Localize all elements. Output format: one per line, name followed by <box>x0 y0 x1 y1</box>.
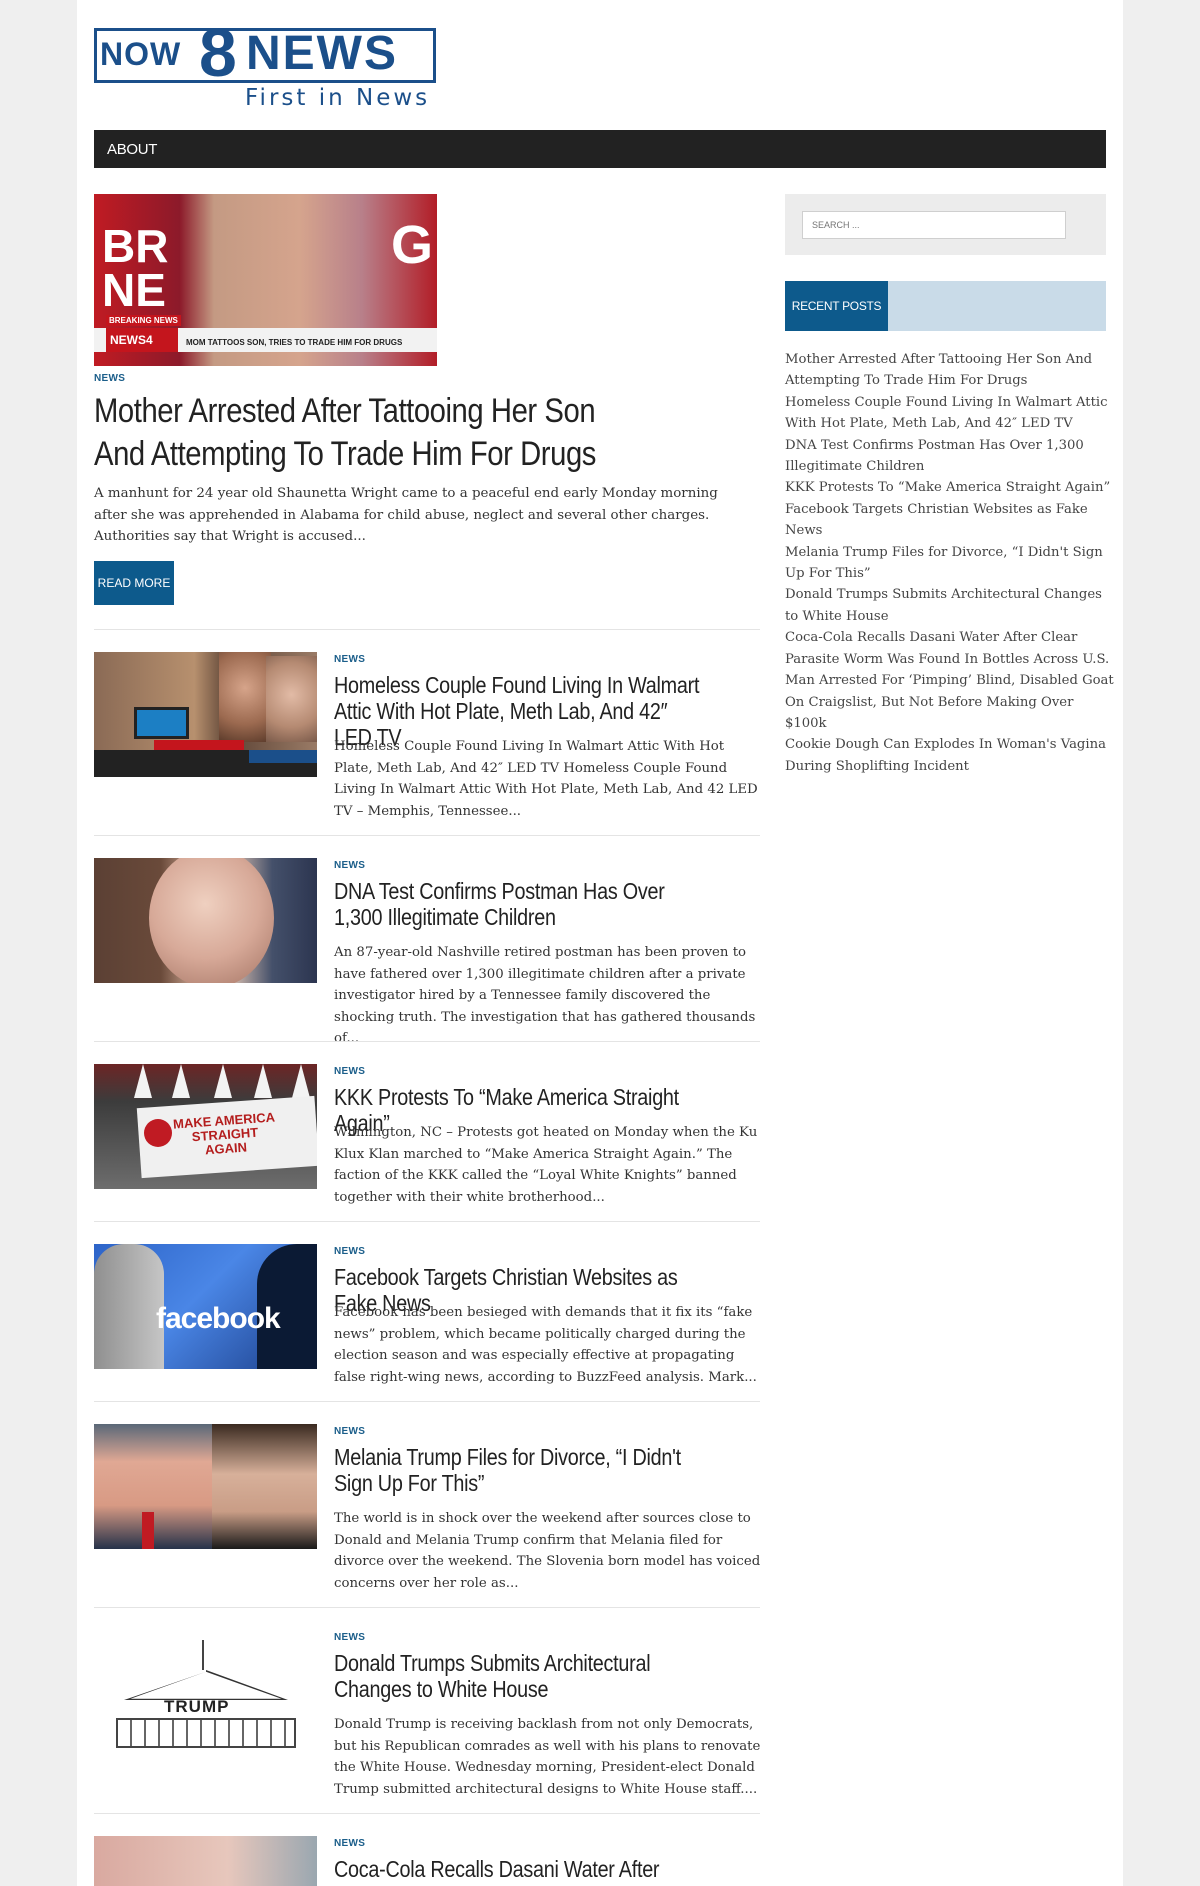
logo-now: NOW <box>100 36 182 72</box>
statue-shape <box>94 1244 164 1369</box>
featured-image-caption: MOM TATTOOS SON, TRIES TO TRADE HIM FOR … <box>186 338 403 347</box>
article-thumbnail[interactable] <box>94 858 317 983</box>
tie-shape <box>142 1512 154 1549</box>
flagpole-shape <box>202 1640 204 1670</box>
featured-excerpt: A manhunt for 24 year old Shaunetta Wrig… <box>94 486 718 544</box>
featured-image-station: NEWS4 <box>110 333 153 347</box>
station-logo-block <box>249 750 317 763</box>
building-sign-text: TRUMP <box>164 1697 230 1716</box>
article-category[interactable]: NEWS <box>334 1632 365 1643</box>
logo-news: NEWS <box>246 27 398 80</box>
recent-post-link[interactable]: Homeless Couple Found Living In Walmart … <box>785 392 1115 435</box>
featured-category[interactable]: NEWS <box>94 373 125 384</box>
article-item: facebook NEWS Facebook Targets Christian… <box>94 1221 760 1401</box>
article-excerpt: Facebook has been besieged with demands … <box>334 1305 757 1385</box>
article-title[interactable]: Coca-Cola Recalls Dasani Water After Cle… <box>334 1856 704 1886</box>
search-widget <box>785 194 1106 255</box>
recent-posts-header: RECENT POSTS <box>785 281 1106 331</box>
site-logo[interactable]: NOW 8 NEWS First in News <box>94 18 436 112</box>
roof-shape <box>124 1670 288 1700</box>
main-nav: ABOUT <box>94 130 1106 168</box>
article-category[interactable]: NEWS <box>334 654 365 665</box>
recent-post-link[interactable]: Cookie Dough Can Explodes In Woman's Vag… <box>785 734 1115 777</box>
article-thumbnail[interactable]: facebook <box>94 1244 317 1369</box>
article-category[interactable]: NEWS <box>334 1426 365 1437</box>
facebook-wordmark: facebook <box>156 1302 281 1335</box>
logo-eight: 8 <box>199 15 237 91</box>
recent-post-link[interactable]: Man Arrested For ‘Pimping’ Blind, Disabl… <box>785 670 1115 734</box>
recent-post-link[interactable]: Donald Trumps Submits Architectural Chan… <box>785 584 1115 627</box>
article-category[interactable]: NEWS <box>334 1838 365 1849</box>
article-item: TRUMP NEWS Donald Trumps Submits Archite… <box>94 1607 760 1813</box>
article-title[interactable]: DNA Test Confirms Postman Has Over 1,300… <box>334 878 704 930</box>
featured-image[interactable]: BR NE G BREAKING NEWS MOM TATTOOS SON, T… <box>94 194 437 366</box>
article-excerpt: Wilmington, NC – Protests got heated on … <box>334 1125 758 1205</box>
read-more-button[interactable]: READ MORE <box>94 561 174 605</box>
article-thumbnail[interactable] <box>94 1836 317 1886</box>
portrait-shape <box>149 858 274 983</box>
article-excerpt: The world is in shock over the weekend a… <box>334 1511 761 1591</box>
portrait-shape <box>212 1424 317 1549</box>
protest-banner-text: MAKE AMERICA STRAIGHT AGAIN <box>172 1109 276 1158</box>
article-item: MAKE AMERICA STRAIGHT AGAIN NEWS KKK Pro… <box>94 1041 760 1221</box>
article-title[interactable]: Melania Trump Files for Divorce, “I Didn… <box>334 1444 704 1496</box>
article-thumbnail[interactable] <box>94 1424 317 1549</box>
logo-tagline: First in News <box>245 85 431 111</box>
article-excerpt: Homeless Couple Found Living In Walmart … <box>334 739 758 819</box>
hood-shape <box>134 1064 152 1098</box>
article-category[interactable]: NEWS <box>334 860 365 871</box>
article-category[interactable]: NEWS <box>334 1246 365 1257</box>
recent-post-link[interactable]: Mother Arrested After Tattooing Her Son … <box>785 349 1115 392</box>
article-category[interactable]: NEWS <box>334 1066 365 1077</box>
article-excerpt: An 87-year-old Nashville retired postman… <box>334 945 756 1046</box>
featured-image-breaking-label: BREAKING NEWS <box>106 315 181 326</box>
recent-posts-list: Mother Arrested After Tattooing Her Son … <box>785 349 1115 777</box>
recent-posts-label: RECENT POSTS <box>785 281 888 331</box>
recent-post-link[interactable]: Melania Trump Files for Divorce, “I Didn… <box>785 542 1115 585</box>
lower-third-red <box>154 740 244 750</box>
article-item: NEWS Homeless Couple Found Living In Wal… <box>94 629 760 835</box>
recent-post-link[interactable]: Facebook Targets Christian Websites as F… <box>785 499 1115 542</box>
emblem-shape <box>144 1119 172 1147</box>
person-shape <box>219 652 271 742</box>
article-item: NEWS DNA Test Confirms Postman Has Over … <box>94 835 760 1046</box>
hood-shape <box>254 1064 272 1098</box>
page: NOW 8 NEWS First in News ABOUT BR NE G B… <box>77 0 1123 1886</box>
recent-post-link[interactable]: KKK Protests To “Make America Straight A… <box>785 477 1115 498</box>
article-item: NEWS Coca-Cola Recalls Dasani Water Afte… <box>94 1813 760 1886</box>
article-thumbnail[interactable] <box>94 652 317 777</box>
person-shape <box>266 656 317 742</box>
article-thumbnail[interactable]: TRUMP <box>94 1630 317 1755</box>
hood-shape <box>292 1064 310 1098</box>
featured-image-overlay-right: G <box>390 215 433 275</box>
article-thumbnail[interactable]: MAKE AMERICA STRAIGHT AGAIN <box>94 1064 317 1189</box>
article-item: NEWS Melania Trump Files for Divorce, “I… <box>94 1401 760 1607</box>
nav-item-about[interactable]: ABOUT <box>107 141 157 158</box>
recent-post-link[interactable]: DNA Test Confirms Postman Has Over 1,300… <box>785 435 1115 478</box>
search-input[interactable] <box>802 211 1066 239</box>
columns-shape <box>116 1718 296 1748</box>
recent-post-link[interactable]: Coca-Cola Recalls Dasani Water After Cle… <box>785 627 1115 670</box>
featured-image-overlay-left: BR NE <box>102 220 169 316</box>
hood-shape <box>172 1064 190 1098</box>
article-excerpt: Donald Trump is receiving backlash from … <box>334 1717 761 1797</box>
hood-shape <box>214 1064 232 1098</box>
featured-title[interactable]: Mother Arrested After Tattooing Her Son … <box>94 390 610 476</box>
article-title[interactable]: Donald Trumps Submits Architectural Chan… <box>334 1650 704 1702</box>
tv-screen-shape <box>134 707 189 739</box>
